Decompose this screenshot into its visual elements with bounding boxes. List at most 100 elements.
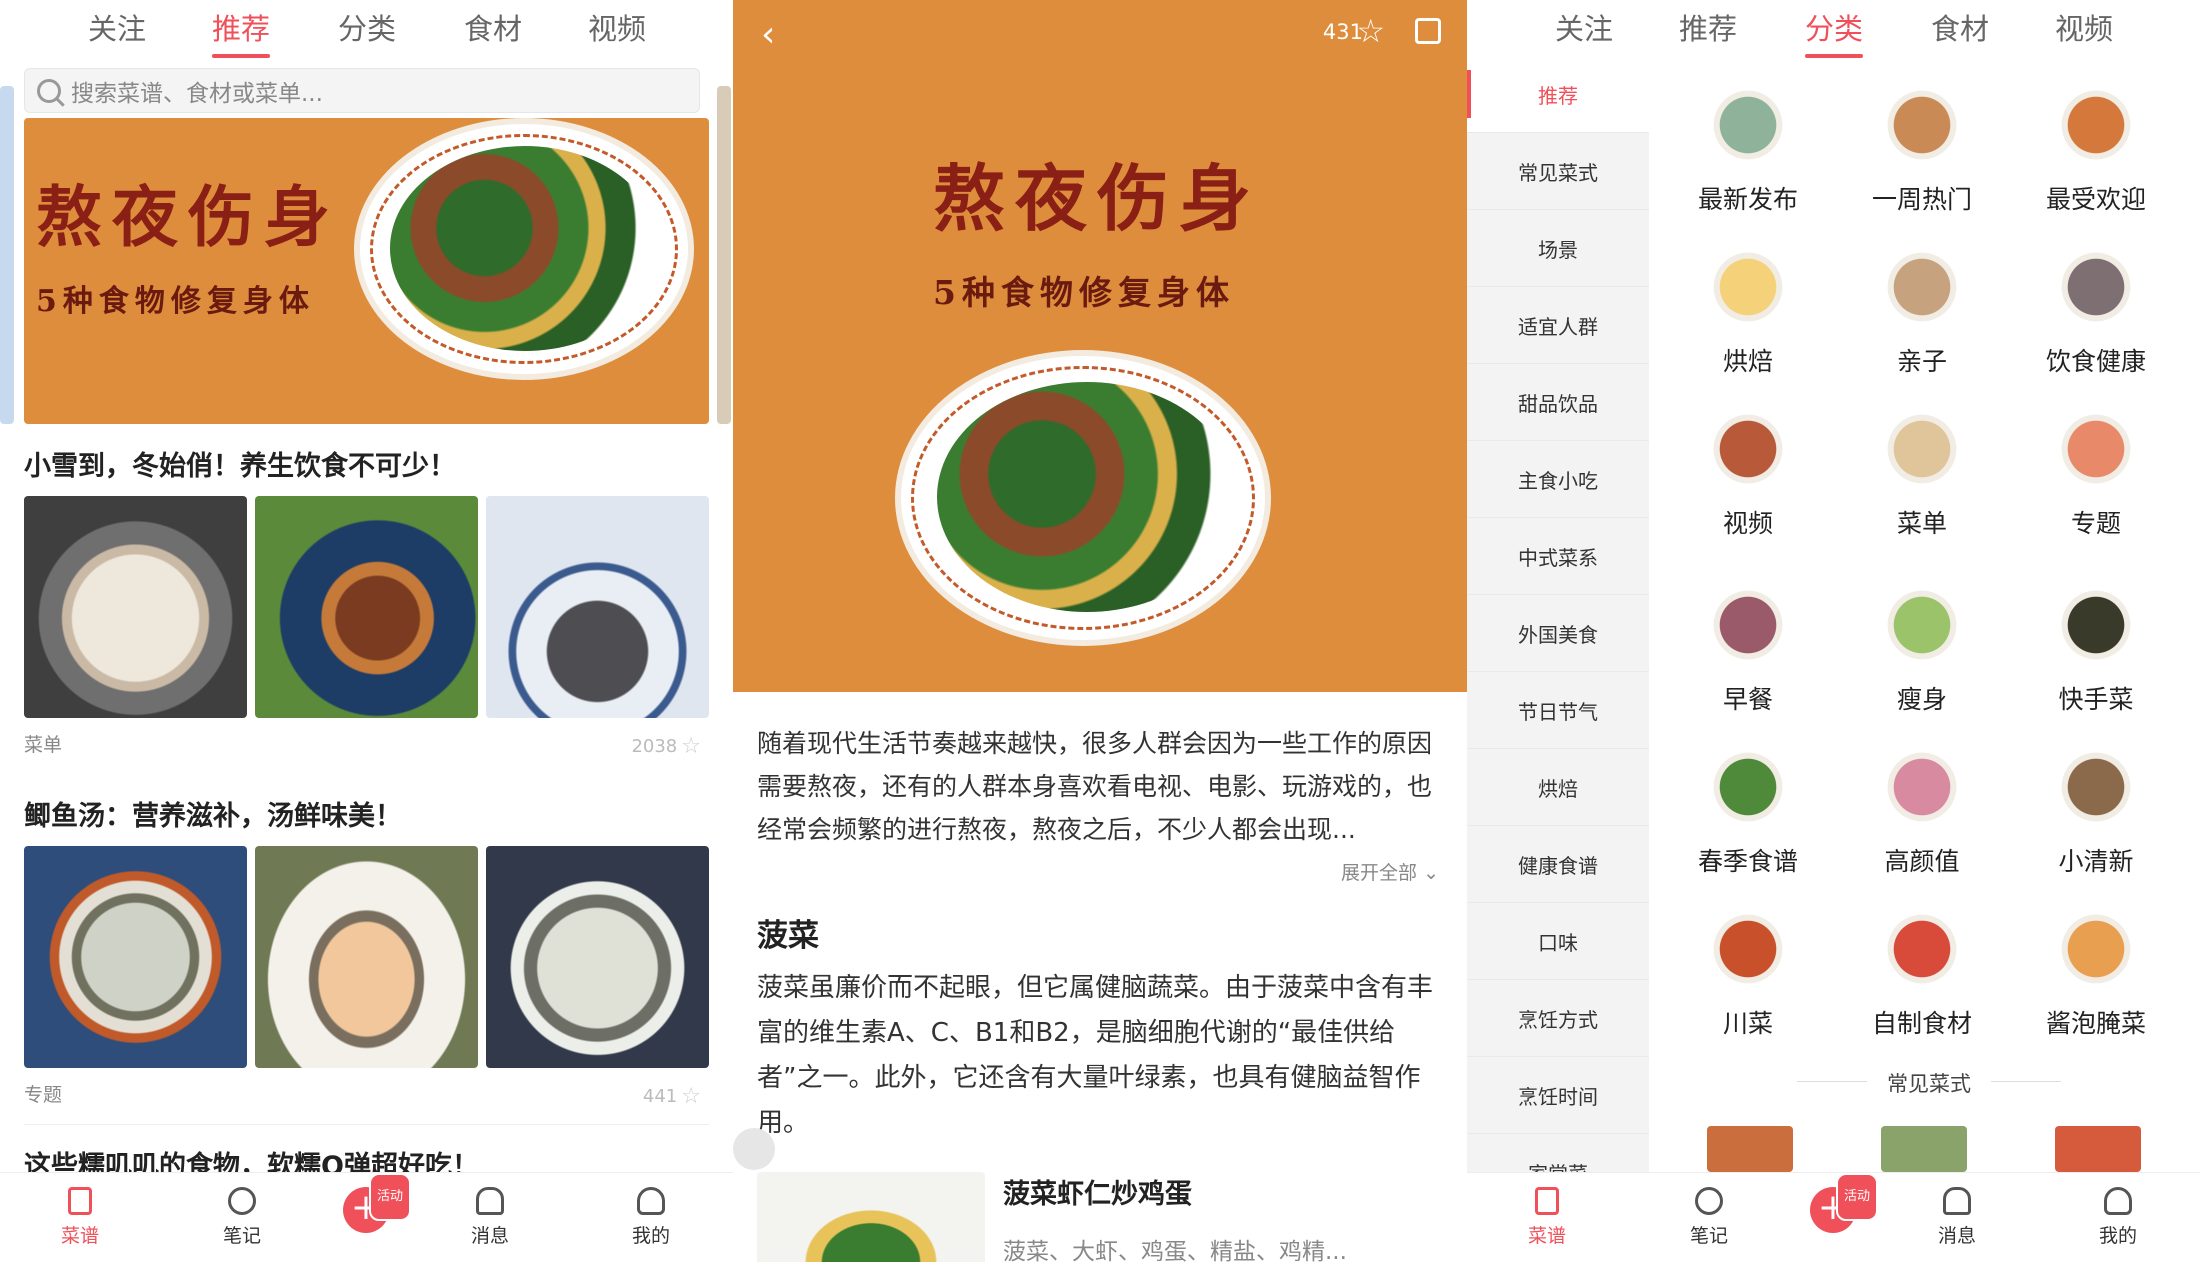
thumbnail-image[interactable] — [24, 846, 247, 1068]
category-item[interactable]: 小清新 — [2021, 744, 2171, 878]
chat-bubble-icon — [228, 1187, 256, 1215]
banner-title: 熬夜伤身 — [36, 178, 340, 256]
sidebar-item[interactable]: 适宜人群 — [1467, 287, 1649, 364]
category-item[interactable]: 快手菜 — [2021, 582, 2171, 716]
category-item[interactable]: 早餐 — [1673, 582, 1823, 716]
category-item[interactable]: 高颜值 — [1847, 744, 1997, 878]
clipboard-icon — [1535, 1187, 1559, 1215]
sidebar-item[interactable]: 烹饪时间 — [1467, 1057, 1649, 1134]
tab-video[interactable]: 视频 — [588, 6, 646, 48]
tab-follow[interactable]: 关注 — [1555, 6, 1613, 48]
category-image — [1705, 906, 1791, 992]
sidebar-item[interactable]: 烹饪方式 — [1467, 980, 1649, 1057]
bell-icon — [1943, 1187, 1971, 1215]
article-detail-screen: ‹ 431 ☆ 熬夜伤身 5种食物修复身体 随着现代生活节奏越来越快，很多人群会… — [733, 0, 1467, 1262]
search-input[interactable]: 搜索菜谱、食材或菜单... — [24, 68, 700, 113]
sidebar-item[interactable]: 中式菜系 — [1467, 518, 1649, 595]
sidebar-item[interactable]: 主食小吃 — [1467, 441, 1649, 518]
thumbnail-image[interactable] — [255, 846, 478, 1068]
person-icon — [637, 1187, 665, 1215]
category-image[interactable] — [2055, 1126, 2141, 1172]
category-label: 快手菜 — [2058, 685, 2134, 714]
sidebar-item[interactable]: 外国美食 — [1467, 595, 1649, 672]
tab-follow[interactable]: 关注 — [88, 6, 146, 48]
category-item[interactable]: 专题 — [2021, 406, 2171, 540]
sidebar-item[interactable]: 场景 — [1467, 210, 1649, 287]
category-item[interactable]: 最新发布 — [1673, 82, 1823, 216]
category-item[interactable]: 一周热门 — [1847, 82, 1997, 216]
section-title[interactable]: 小雪到，冬始俏！养生饮食不可少！ — [24, 444, 456, 483]
category-image — [1705, 82, 1791, 168]
category-screen: 关注 推荐 分类 食材 视频 推荐 常见菜式 场景 适宜人群 甜品饮品 主食小吃 中式菜系外… — [1467, 0, 2200, 1262]
sidebar-item[interactable]: 节日节气 — [1467, 672, 1649, 749]
recipe-thumbnail[interactable] — [757, 1172, 985, 1262]
star-icon[interactable]: ☆ — [1356, 12, 1385, 50]
category-item[interactable]: 川菜 — [1673, 906, 1823, 1040]
banner-subtitle: 5种食物修复身体 — [36, 284, 315, 319]
thumbnail-image[interactable] — [486, 496, 709, 718]
tab-recommend[interactable]: 推荐 — [212, 6, 271, 58]
category-image — [1879, 582, 1965, 668]
thumbnail-image[interactable] — [24, 496, 247, 718]
nav-profile[interactable]: 我的 — [601, 1187, 701, 1248]
banner-carousel[interactable]: 熬夜伤身 5种食物修复身体 — [24, 118, 709, 424]
section-tag: 菜单 — [24, 734, 63, 756]
nav-notes[interactable]: 笔记 — [192, 1187, 292, 1248]
bottom-nav: 菜谱 笔记 + 活动 消息 我的 — [0, 1172, 733, 1262]
publish-button[interactable]: + 活动 — [343, 1173, 412, 1233]
category-item[interactable]: 饮食健康 — [2021, 244, 2171, 378]
category-item[interactable]: 酱泡腌菜 — [2021, 906, 2171, 1040]
sidebar-item[interactable]: 口味 — [1467, 903, 1649, 980]
carousel-next-peek[interactable] — [717, 86, 731, 424]
category-item[interactable]: 亲子 — [1847, 244, 1997, 378]
sidebar-item[interactable]: 推荐 — [1467, 56, 1649, 133]
carousel-prev-peek[interactable] — [0, 86, 14, 424]
tab-video[interactable]: 视频 — [2055, 6, 2113, 48]
category-item[interactable]: 春季食谱 — [1673, 744, 1823, 878]
hero-title: 熬夜伤身 — [933, 156, 1262, 241]
category-item[interactable]: 烘焙 — [1673, 244, 1823, 378]
floating-handle[interactable] — [733, 1128, 775, 1170]
nav-recipes[interactable]: 菜谱 — [30, 1187, 130, 1248]
sidebar-item[interactable]: 常见菜式 — [1467, 133, 1649, 210]
thumbnail-image[interactable] — [486, 846, 709, 1068]
expand-all-link[interactable]: 展开全部 ⌄ — [1341, 858, 1439, 885]
category-label: 瘦身 — [1896, 685, 1947, 714]
nav-messages[interactable]: 消息 — [440, 1187, 540, 1248]
favorite-count[interactable]: 2038 ☆ — [631, 734, 701, 759]
category-item[interactable]: 自制食材 — [1847, 906, 1997, 1040]
category-label: 一周热门 — [1871, 185, 1972, 214]
tab-category[interactable]: 分类 — [338, 6, 396, 48]
sidebar-item[interactable]: 健康食谱 — [1467, 826, 1649, 903]
tab-recommend[interactable]: 推荐 — [1679, 6, 1737, 48]
thumbnail-image[interactable] — [255, 496, 478, 718]
category-item[interactable]: 菜单 — [1847, 406, 1997, 540]
section-title[interactable]: 鲫鱼汤：营养滋补，汤鲜味美！ — [24, 794, 402, 833]
category-image — [1705, 744, 1791, 830]
nav-messages[interactable]: 消息 — [1907, 1187, 2007, 1248]
category-item[interactable]: 最受欢迎 — [2021, 82, 2171, 216]
recipe-title[interactable]: 菠菜虾仁炒鸡蛋 — [1003, 1172, 1192, 1211]
category-label: 菜单 — [1896, 509, 1947, 538]
sidebar-item[interactable]: 烘焙 — [1467, 749, 1649, 826]
tab-category[interactable]: 分类 — [1805, 6, 1864, 58]
category-label: 自制食材 — [1871, 1009, 1972, 1038]
favorite-count[interactable]: 441 ☆ — [643, 1084, 701, 1109]
category-label: 专题 — [2070, 509, 2121, 538]
sidebar-item[interactable]: 甜品饮品 — [1467, 364, 1649, 441]
tab-ingredients[interactable]: 食材 — [464, 6, 522, 48]
category-image[interactable] — [1707, 1126, 1793, 1172]
nav-notes[interactable]: 笔记 — [1659, 1187, 1759, 1248]
tab-ingredients[interactable]: 食材 — [1931, 6, 1989, 48]
category-item[interactable]: 瘦身 — [1847, 582, 1997, 716]
nav-recipes[interactable]: 菜谱 — [1497, 1187, 1597, 1248]
category-image — [1705, 582, 1791, 668]
category-label: 烘焙 — [1722, 347, 1773, 376]
share-icon[interactable] — [1415, 18, 1441, 44]
back-icon[interactable]: ‹ — [761, 14, 775, 55]
nav-profile[interactable]: 我的 — [2068, 1187, 2168, 1248]
publish-button[interactable]: + 活动 — [1810, 1173, 1879, 1233]
category-item[interactable]: 视频 — [1673, 406, 1823, 540]
category-image[interactable] — [1881, 1126, 1967, 1172]
activity-badge: 活动 — [369, 1173, 412, 1221]
